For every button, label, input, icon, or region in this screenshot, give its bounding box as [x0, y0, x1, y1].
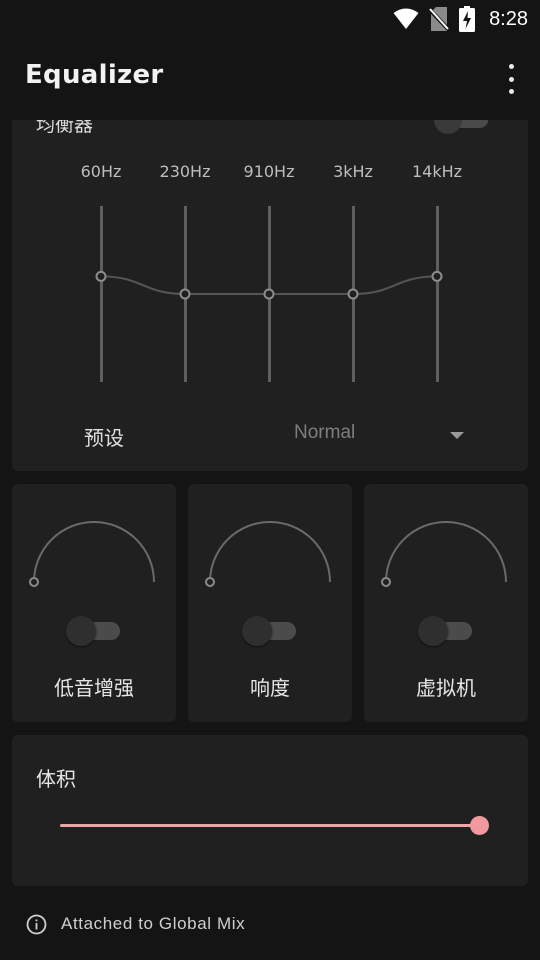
- dropdown-arrow-icon: [450, 432, 464, 439]
- battery-charging-icon: [459, 6, 476, 32]
- loudness-label: 响度: [250, 676, 290, 700]
- volume-slider[interactable]: [60, 824, 480, 827]
- loudness-switch[interactable]: [242, 616, 296, 646]
- footer-text: Attached to Global Mix: [61, 914, 246, 933]
- knob-handle[interactable]: [381, 577, 391, 587]
- volume-label: 体积: [36, 767, 76, 791]
- knob-handle[interactable]: [29, 577, 39, 587]
- band-handle[interactable]: [95, 270, 107, 282]
- volume-card: 体积: [12, 735, 528, 886]
- band-handle[interactable]: [431, 270, 443, 282]
- info-icon: [26, 914, 47, 934]
- bass-boost-switch[interactable]: [66, 616, 120, 646]
- status-time: 8:28: [489, 7, 528, 30]
- footer: Attached to Global Mix: [26, 912, 245, 936]
- loudness-knob[interactable]: [202, 514, 346, 590]
- preset-value: Normal: [294, 422, 356, 443]
- app-bar: Equalizer: [0, 38, 540, 120]
- preset-label: 预设: [84, 426, 124, 450]
- wifi-icon: [393, 8, 419, 29]
- loudness-card: 响度: [188, 484, 352, 722]
- bass-boost-label: 低音增强: [54, 676, 134, 700]
- bass-boost-knob[interactable]: [26, 514, 170, 590]
- status-bar: 8:28: [0, 0, 540, 38]
- no-sim-icon: [429, 7, 450, 31]
- knob-handle[interactable]: [205, 577, 215, 587]
- more-vert-icon[interactable]: [504, 64, 518, 94]
- virtualizer-card: 虚拟机: [364, 484, 528, 722]
- page-title: Equalizer: [25, 60, 164, 90]
- preset-dropdown[interactable]: Normal: [294, 422, 484, 454]
- equalizer-curve: [95, 270, 443, 300]
- band-handle[interactable]: [347, 288, 359, 300]
- volume-slider-thumb[interactable]: [470, 816, 489, 835]
- status-icons: 8:28: [393, 6, 528, 32]
- equalizer-card: 均衡器 60Hz 230Hz 910Hz 3kHz 14kHz 预设 Norma…: [12, 100, 528, 471]
- band-handle[interactable]: [263, 288, 275, 300]
- band-handle[interactable]: [179, 288, 191, 300]
- virtualizer-switch[interactable]: [418, 616, 472, 646]
- bass-boost-card: 低音增强: [12, 484, 176, 722]
- virtualizer-knob[interactable]: [378, 514, 522, 590]
- virtualizer-label: 虚拟机: [416, 676, 476, 700]
